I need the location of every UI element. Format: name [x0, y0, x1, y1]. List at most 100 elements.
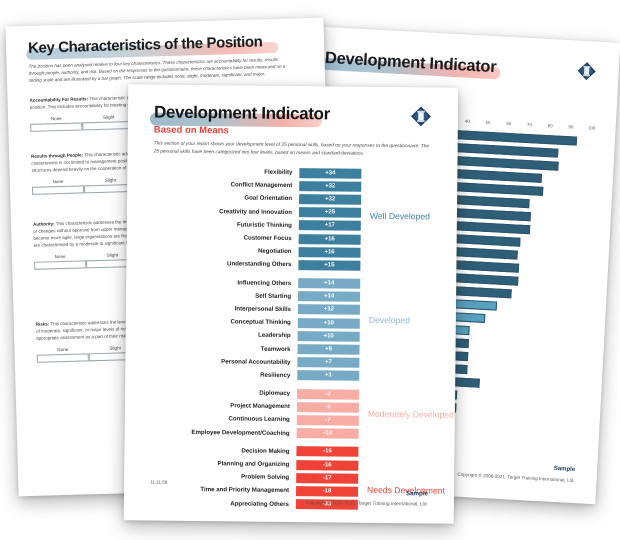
chart-bar: +12: [297, 304, 360, 316]
chart-row: Employee Development/Coaching -12: [125, 425, 455, 442]
chart-row-label: Negotiation: [257, 247, 292, 256]
left-section-heading: Results through People:: [31, 152, 84, 159]
chart-row-label: Conceptual Thinking: [230, 318, 291, 327]
left-page-lede: The position has been analysed relative …: [28, 56, 286, 84]
chart-row-label: Interpersonal Skills: [234, 305, 291, 313]
left-section-heading: Accountability For Results:: [29, 96, 89, 103]
chart-bar-wrapper: +14: [298, 291, 361, 303]
tti-diamond-logo-icon: [410, 105, 432, 132]
chart-group-label: Well Developed: [369, 210, 431, 222]
tti-diamond-logo-icon: [576, 61, 597, 87]
chart-bar: +34: [299, 167, 362, 179]
left-section-heading: Risks:: [35, 321, 50, 327]
chart-row-label: Leadership: [258, 332, 291, 340]
chart-bar: +10: [297, 330, 360, 342]
scale-label: None: [52, 178, 64, 185]
development-indicator-chart: Flexibility +34 Conflict Management +32 Goal…: [124, 164, 458, 512]
chart-bar: +14: [298, 278, 361, 289]
scale-box: [30, 122, 83, 132]
scale-box: [31, 185, 85, 195]
scale-column: None: [36, 346, 90, 363]
chart-bar-wrapper: -16: [296, 459, 359, 471]
chart-row-label: Conflict Management: [230, 181, 293, 190]
chart-row-label: Futuristic Thinking: [236, 221, 292, 229]
chart-group-label: Moderately Developed: [367, 408, 454, 420]
back-footer-sample: Sample: [553, 465, 576, 474]
chart-bar: -12: [296, 428, 359, 439]
chart-bar: -7: [296, 415, 359, 426]
chart-bar: +14: [298, 291, 361, 303]
chart-bar: +25: [298, 207, 362, 218]
scale-column: None: [31, 178, 85, 195]
chart-bar-wrapper: +1: [297, 370, 360, 382]
back-axis-tick: 60: [506, 120, 512, 127]
chart-bar: -16: [296, 459, 359, 471]
chart-bar-wrapper: +25: [298, 207, 362, 218]
chart-row-label: Employee Development/Coaching: [191, 428, 290, 437]
chart-bar-wrapper: +32: [299, 194, 362, 205]
chart-row-label: Continuous Learning: [228, 415, 290, 424]
chart-bar-wrapper: +9: [297, 344, 360, 355]
chart-bar: -18: [295, 485, 359, 497]
chart-bar-wrapper: +17: [298, 220, 361, 232]
chart-bar: +32: [299, 180, 362, 192]
chart-row-label: Flexibility: [264, 168, 293, 177]
chart-row-label: Goal Orientation: [244, 194, 293, 203]
chart-bar: +15: [298, 259, 361, 271]
back-axis-tick: 100: [587, 125, 596, 131]
chart-bar-wrapper: -7: [296, 415, 359, 426]
chart-row: Resiliency +1: [125, 367, 455, 384]
chart-bar: +16: [298, 233, 361, 245]
chart-bar-wrapper: -17: [296, 472, 359, 484]
chart-row-label: Appreciating Others: [230, 499, 289, 508]
chart-bar-wrapper: +7: [297, 357, 360, 368]
front-document-page[interactable]: Development Indicator Based on Means Thi…: [123, 84, 459, 524]
chart-bar-wrapper: +16: [298, 233, 361, 245]
chart-bar: +7: [297, 357, 360, 368]
chart-row-label: Decision Making: [241, 447, 290, 455]
chart-row-label: Planning and Organizing: [217, 460, 290, 469]
chart-bar-wrapper: +32: [299, 180, 362, 192]
chart-row-label: Resiliency: [260, 371, 291, 379]
scale-label: None: [50, 115, 62, 122]
scale-box: [34, 260, 87, 270]
screenshot-stage: Development Indicator 25 personal skills…: [0, 0, 620, 540]
chart-bar: +32: [299, 194, 362, 205]
front-page-subtitle: Based on Means: [153, 124, 229, 137]
back-axis-tick: 80: [547, 123, 553, 129]
chart-row-label: Diplomacy: [259, 389, 291, 398]
front-footer-sample: Sample: [405, 490, 429, 498]
chart-bar-wrapper: -2: [296, 401, 359, 413]
chart-row-label: Customer Focus: [243, 234, 292, 243]
chart-row-label: Understanding Others: [227, 260, 292, 269]
chart-bar: +16: [298, 246, 361, 258]
chart-bar-wrapper: -18: [295, 485, 359, 497]
chart-bar-wrapper: +10: [297, 330, 360, 342]
scale-box: [36, 353, 90, 363]
chart-bar: +9: [297, 344, 360, 355]
back-axis-tick: 40: [464, 118, 470, 124]
chart-bar-wrapper: +16: [298, 246, 361, 258]
chart-row-label: Personal Accountability: [221, 357, 291, 366]
chart-bar: +17: [298, 220, 361, 232]
chart-row-label: Project Management: [230, 402, 290, 411]
chart-bar-wrapper: -2: [297, 388, 360, 400]
chart-bar: -17: [296, 472, 359, 484]
chart-bar-wrapper: +12: [297, 304, 360, 316]
back-footer-copyright: Copyright © 2006-2021, Target Training I…: [457, 471, 575, 484]
back-axis-tick: 50: [485, 119, 491, 125]
chart-row: Understanding Others +15: [126, 257, 456, 274]
chart-row-label: Creativity and Innovation: [219, 207, 292, 216]
chart-bar: +1: [297, 370, 360, 382]
front-page-title: Development Indicator: [153, 102, 331, 124]
scale-label: None: [54, 253, 66, 260]
chart-bar-wrapper: +15: [298, 259, 361, 271]
chart-bar-wrapper: -12: [296, 428, 359, 439]
chart-bar: -2: [297, 388, 360, 400]
chart-bar-wrapper: -16: [296, 446, 359, 458]
chart-row-label: Time and Priority Management: [200, 486, 290, 495]
left-sections-container: Accountability For Results: This charact…: [6, 18, 324, 363]
chart-row-label: Self Starting: [255, 292, 292, 300]
scale-column: None: [34, 253, 87, 270]
left-section-heading: Authority:: [32, 221, 55, 227]
